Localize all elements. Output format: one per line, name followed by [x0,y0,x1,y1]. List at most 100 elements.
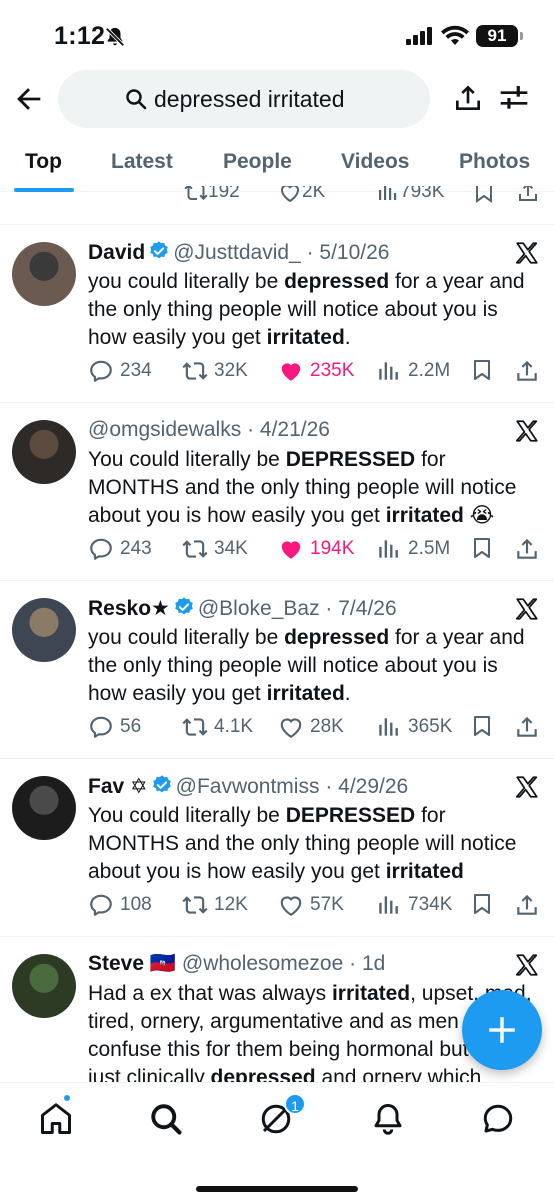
tweet-header: Fav ✡ @Favwontmiss · 4/29/26 [88,774,408,799]
views-button[interactable]: 2.5M [376,536,450,562]
x-logo-icon [514,774,540,805]
bookmark-icon[interactable] [470,358,500,382]
search-nav-icon[interactable] [148,1101,184,1142]
search-filters-icon[interactable] [498,82,530,119]
back-arrow-icon[interactable] [12,82,46,116]
wifi-icon [441,25,469,52]
views-icon [379,362,398,380]
messages-icon[interactable] [480,1101,516,1142]
tweet-card[interactable]: Resko★ @Bloke_Baz · 7/4/26 you could lite… [0,582,554,760]
reply-button[interactable]: 108 [88,892,152,918]
display-name[interactable]: Fav ✡ [88,775,148,798]
avatar[interactable] [12,598,76,662]
active-tab-indicator [14,188,74,192]
avatar[interactable] [12,242,76,306]
tweet-actions: 243 34K 194K 2.5M [88,536,538,564]
share-post-icon[interactable] [514,714,546,740]
tweet-date: · 7/4/26 [325,597,397,620]
display-name[interactable]: Steve 🇭🇹 [88,952,176,975]
partial-views[interactable]: 793K [376,186,444,204]
notifications-bell-icon[interactable] [370,1101,406,1142]
retweet-icon [184,186,208,201]
home-notification-dot [62,1093,72,1103]
user-handle[interactable]: @Justtdavid_ [173,241,301,264]
views-icon [379,896,398,914]
x-logo-icon [514,240,540,271]
search-bar[interactable] [58,70,430,128]
messages-badge: 1 [284,1093,306,1115]
divider [0,758,554,759]
avatar[interactable] [12,776,76,840]
tweet-header: Steve 🇭🇹 @wholesomezoe · 1d [88,952,385,976]
heart-filled-icon [281,541,301,559]
display-name[interactable]: David [88,241,145,264]
tab-photos[interactable]: Photos [459,150,530,174]
like-button[interactable]: 57K [278,892,344,918]
views-button[interactable]: 734K [376,892,452,918]
partial-bookmark-icon[interactable] [472,186,496,204]
tweet-header: Resko★ @Bloke_Baz · 7/4/26 [88,596,397,621]
reply-icon [90,360,112,382]
status-bar: 1:12 91 [0,0,554,64]
tab-videos[interactable]: Videos [341,150,409,174]
retweet-button[interactable]: 12K [182,892,248,918]
user-handle[interactable]: @wholesomezoe [182,952,343,975]
reply-icon [90,894,112,916]
compose-post-button[interactable] [462,990,542,1070]
tweet-date: · 4/21/26 [247,418,330,441]
battery-indicator: 91 [476,25,518,47]
partial-retweets[interactable]: 192 [184,186,240,204]
x-logo-icon [514,418,540,449]
tweet-date: · 1d [349,952,386,975]
views-button[interactable]: 2.2M [376,358,450,384]
reply-button[interactable]: 56 [88,714,141,740]
avatar[interactable] [12,420,76,484]
search-icon [126,89,147,110]
bookmark-icon[interactable] [470,892,500,916]
like-button[interactable]: 28K [278,714,344,740]
partial-share-icon[interactable] [516,186,540,204]
retweet-button[interactable]: 4.1K [182,714,253,740]
bookmark-icon[interactable] [470,714,500,738]
like-button[interactable]: 235K [278,358,354,384]
tab-top[interactable]: Top [25,150,62,174]
display-name[interactable]: Resko★ [88,597,170,620]
tab-people[interactable]: People [223,150,292,174]
share-icon[interactable] [452,82,484,119]
views-button[interactable]: 365K [376,714,452,740]
share-post-icon[interactable] [514,536,546,562]
user-handle[interactable]: @Favwontmiss [176,775,320,798]
search-input[interactable] [154,85,364,113]
tweet-actions: 108 12K 57K 734K [88,892,538,920]
bookmark-icon[interactable] [470,536,500,560]
avatar[interactable] [12,954,76,1018]
plus-icon [489,1017,515,1043]
divider [0,224,554,225]
like-button[interactable]: 194K [278,536,354,562]
home-indicator [196,1186,358,1192]
tweet-card[interactable]: @omgsidewalks · 4/21/26 You could litera… [0,404,554,582]
share-post-icon[interactable] [514,358,546,384]
home-icon[interactable] [38,1101,74,1142]
verified-badge-icon [152,775,171,793]
tweet-actions: 234 32K 235K 2.2M [88,358,538,386]
share-post-icon[interactable] [514,892,546,918]
heart-filled-icon [281,363,301,381]
search-tabs: Top Latest People Videos Photos [0,138,554,192]
silent-bell-icon [104,26,126,53]
user-handle[interactable]: @Bloke_Baz [198,597,320,620]
tab-latest[interactable]: Latest [111,150,173,174]
verified-badge-icon [150,241,168,259]
retweet-icon [182,718,208,736]
tweet-card[interactable]: David @Justtdavid_ · 5/10/26 you could li… [0,226,554,404]
partial-likes[interactable]: 2K [278,186,325,204]
cellular-signal-icon [406,27,434,50]
reply-button[interactable]: 243 [88,536,152,562]
user-handle[interactable]: @omgsidewalks [88,418,241,441]
retweet-button[interactable]: 32K [182,358,248,384]
tweet-text: you could literally be depressed for a y… [88,270,525,349]
retweet-button[interactable]: 34K [182,536,248,562]
reply-button[interactable]: 234 [88,358,152,384]
tweet-card[interactable]: Fav ✡ @Favwontmiss · 4/29/26 You could li… [0,760,554,938]
reply-icon [90,538,112,560]
